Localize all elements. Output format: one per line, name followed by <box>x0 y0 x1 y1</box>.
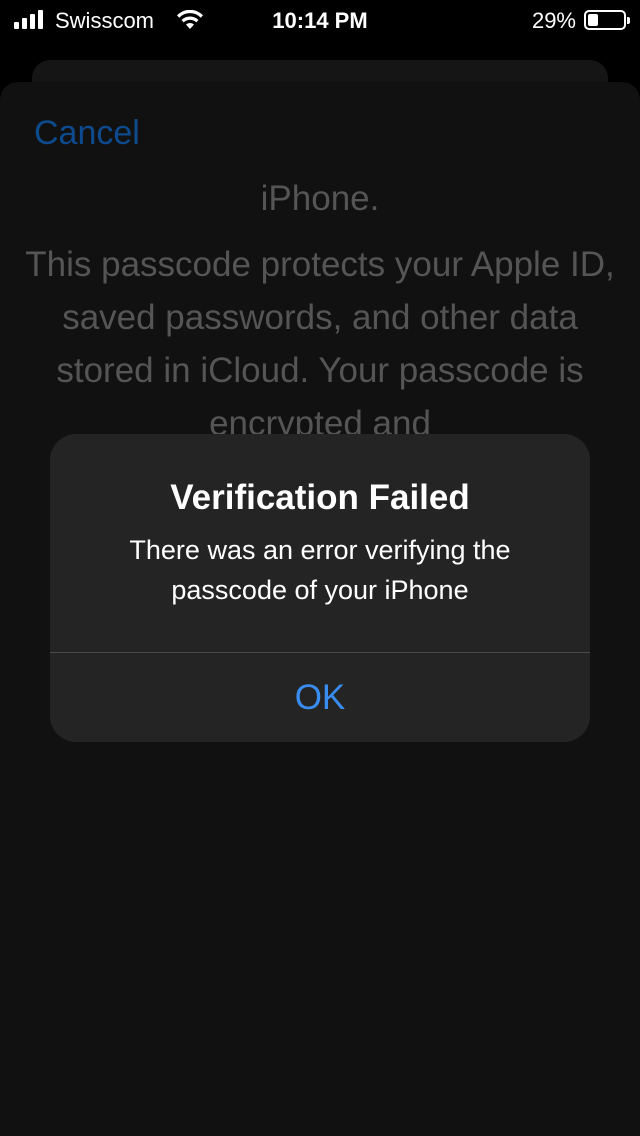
alert-title: Verification Failed <box>170 478 470 517</box>
screen: Swisscom 10:14 PM 29% Cancel iPhone. Thi… <box>0 0 640 1136</box>
alert-message: There was an error verifying the passcod… <box>129 535 511 605</box>
ok-button[interactable]: OK <box>50 653 590 742</box>
